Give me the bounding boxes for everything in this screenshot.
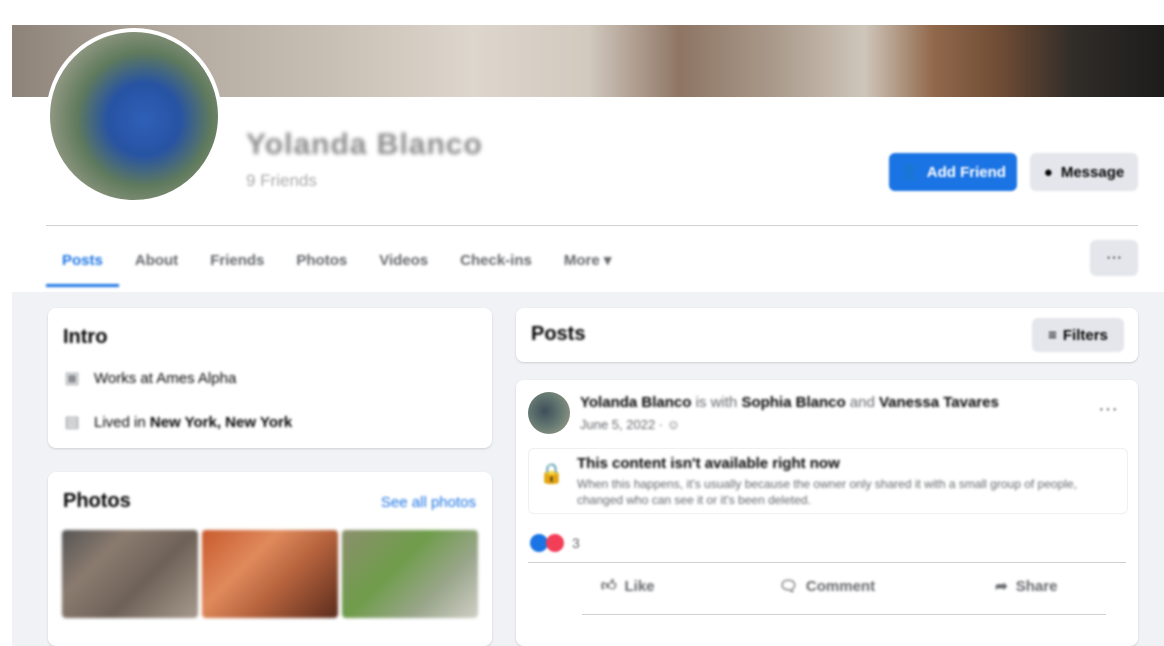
see-all-photos-link[interactable]: See all photos — [381, 494, 476, 511]
post-timestamp: June 5, 2022 · ☺ — [580, 417, 680, 432]
lock-icon: 🔒 — [539, 463, 564, 485]
photo-thumbnail[interactable] — [202, 530, 338, 618]
tab-check-ins[interactable]: Check-ins — [444, 236, 548, 284]
post-author-line: Yolanda Blanco is with Sophia Blanco and… — [580, 394, 999, 411]
love-reaction-icon — [546, 534, 564, 552]
message-label: Message — [1060, 163, 1125, 181]
post-with-text: is with — [691, 394, 742, 411]
post-date-text[interactable]: June 5, 2022 · — [580, 417, 667, 432]
photo-grid — [62, 530, 478, 618]
share-button[interactable]: ➦ Share — [927, 566, 1126, 606]
comments-divider — [582, 614, 1106, 615]
add-friend-button[interactable]: 👤 Add Friend — [889, 153, 1017, 191]
like-label: Like — [624, 577, 655, 595]
share-label: Share — [1015, 577, 1058, 595]
share-icon: ➦ — [995, 578, 1008, 595]
intro-card: Intro ▣ Works at Ames Alpha ▤ Lived in N… — [48, 308, 492, 448]
intro-work-row: ▣ Works at Ames Alpha — [62, 368, 236, 388]
post-and-text: and — [845, 394, 879, 411]
unavailable-title: This content isn't available right now — [577, 455, 840, 472]
profile-tabs: Posts About Friends Photos Videos Check-… — [46, 236, 627, 292]
profile-avatar[interactable] — [46, 28, 222, 204]
filters-button[interactable]: ≡ Filters — [1032, 318, 1124, 352]
add-friend-icon: 👤 — [900, 164, 919, 181]
reactions-summary[interactable]: 3 — [530, 534, 580, 552]
posts-header-card: Posts ≡ Filters — [516, 308, 1138, 362]
photo-thumbnail[interactable] — [342, 530, 478, 618]
filter-icon: ≡ — [1048, 326, 1057, 344]
comment-icon: 🗨︎ — [778, 578, 798, 595]
messenger-icon: ● — [1043, 163, 1053, 181]
briefcase-icon: ▣ — [64, 370, 80, 387]
post-author-avatar[interactable] — [528, 392, 570, 434]
post-tag-2[interactable]: Vanessa Tavares — [879, 394, 999, 411]
post-actions: 👍︎ Like 🗨︎ Comment ➦ Share — [528, 566, 1126, 606]
intro-title: Intro — [63, 326, 108, 348]
tab-friends[interactable]: Friends — [194, 236, 280, 284]
tab-more[interactable]: More ▾ — [548, 236, 628, 284]
intro-work-text[interactable]: Works at Ames Alpha — [94, 370, 236, 387]
filters-label: Filters — [1062, 326, 1108, 344]
post-menu-button[interactable]: ··· — [1098, 398, 1118, 421]
photos-card: Photos See all photos — [48, 472, 492, 646]
intro-location-place[interactable]: New York, New York — [150, 414, 292, 431]
comment-label: Comment — [805, 577, 876, 595]
posts-title: Posts — [531, 323, 586, 345]
post-tag-1[interactable]: Sophia Blanco — [741, 394, 845, 411]
location-icon: ▤ — [64, 414, 80, 431]
header-divider — [46, 225, 1138, 226]
tab-about[interactable]: About — [119, 236, 194, 284]
intro-location-prefix: Lived in — [94, 413, 150, 431]
unavailable-content-box: 🔒 This content isn't available right now… — [528, 448, 1128, 514]
post-divider — [528, 562, 1126, 563]
more-options-button[interactable]: ··· — [1090, 240, 1138, 276]
intro-location-row: ▤ Lived in New York, New York — [62, 412, 292, 432]
audience-icon: ☺ — [666, 417, 681, 432]
comment-button[interactable]: 🗨︎ Comment — [727, 566, 926, 606]
message-button[interactable]: ● Message — [1030, 153, 1138, 191]
photo-thumbnail[interactable] — [62, 530, 198, 618]
add-friend-label: Add Friend — [926, 163, 1006, 181]
like-button[interactable]: 👍︎ Like — [528, 566, 727, 606]
post-card: Yolanda Blanco is with Sophia Blanco and… — [516, 380, 1138, 646]
profile-name: Yolanda Blanco — [246, 128, 483, 161]
reaction-count: 3 — [572, 535, 580, 551]
unavailable-body: When this happens, it's usually because … — [577, 477, 1077, 507]
tab-posts[interactable]: Posts — [46, 236, 119, 287]
profile-subtitle[interactable]: 9 Friends — [246, 171, 317, 191]
tab-videos[interactable]: Videos — [363, 236, 444, 284]
photos-title: Photos — [63, 490, 131, 512]
like-icon: 👍︎ — [600, 577, 617, 594]
tab-photos[interactable]: Photos — [280, 236, 363, 284]
post-author-name[interactable]: Yolanda Blanco — [580, 394, 691, 411]
